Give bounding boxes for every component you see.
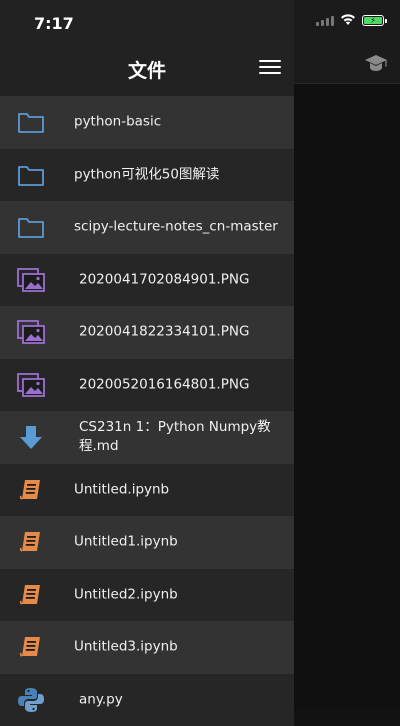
battery-icon: ⚡	[362, 15, 384, 26]
file-name: any.py	[79, 690, 284, 709]
status-time: 7:17	[34, 14, 74, 33]
notebook-icon	[17, 477, 45, 503]
graduation-cap-icon[interactable]	[364, 53, 388, 73]
notebook-icon	[17, 529, 45, 555]
python-icon	[17, 687, 45, 713]
file-name: scipy-lecture-notes_cn-master	[74, 218, 284, 237]
notebook-icon	[17, 634, 45, 660]
drawer-title: 文件	[0, 56, 294, 83]
cellular-signal-icon	[316, 15, 334, 26]
wifi-icon	[340, 14, 356, 26]
file-row-notebook-1[interactable]: Untitled1.ipynb	[0, 516, 294, 569]
download-arrow-icon	[17, 424, 45, 450]
file-drawer: 文件 python-basic python可视化50图解读 scipy-lec…	[0, 0, 294, 710]
file-row-image-1[interactable]: 2020041702084901.PNG	[0, 254, 294, 307]
image-icon	[17, 267, 45, 293]
image-icon	[17, 372, 45, 398]
folder-icon	[17, 214, 45, 240]
file-name: 2020041702084901.PNG	[79, 270, 284, 289]
file-name: 2020041822334101.PNG	[79, 323, 284, 342]
file-row-python-basic[interactable]: python-basic	[0, 96, 294, 149]
file-row-markdown[interactable]: CS231n 1：Python Numpy教程.md	[0, 411, 294, 464]
file-row-image-2[interactable]: 2020041822334101.PNG	[0, 306, 294, 359]
file-row-scipy-lecture-notes[interactable]: scipy-lecture-notes_cn-master	[0, 201, 294, 254]
file-name: python可视化50图解读	[74, 165, 284, 184]
file-row-notebook-3[interactable]: Untitled3.ipynb	[0, 621, 294, 674]
file-name: python-basic	[74, 113, 284, 132]
main-content-pane[interactable]	[294, 0, 400, 710]
folder-icon	[17, 109, 45, 135]
file-list: python-basic python可视化50图解读 scipy-lectur…	[0, 96, 294, 726]
image-icon	[17, 319, 45, 345]
file-name: CS231n 1：Python Numpy教程.md	[79, 418, 284, 456]
file-row-notebook-2[interactable]: Untitled2.ipynb	[0, 569, 294, 622]
file-row-image-3[interactable]: 2020052016164801.PNG	[0, 359, 294, 412]
notebook-icon	[17, 582, 45, 608]
file-name: 2020052016164801.PNG	[79, 375, 284, 394]
file-name: Untitled.ipynb	[74, 480, 284, 499]
status-bar: 7:17 ⚡	[0, 0, 400, 44]
file-name: Untitled2.ipynb	[74, 585, 284, 604]
file-name: Untitled1.ipynb	[74, 533, 284, 552]
file-row-python-50-charts[interactable]: python可视化50图解读	[0, 149, 294, 202]
folder-icon	[17, 162, 45, 188]
file-name: Untitled3.ipynb	[74, 638, 284, 657]
file-row-python[interactable]: any.py	[0, 674, 294, 726]
hamburger-menu-icon[interactable]	[259, 60, 281, 76]
file-row-notebook[interactable]: Untitled.ipynb	[0, 464, 294, 517]
status-icons: ⚡	[316, 14, 384, 26]
